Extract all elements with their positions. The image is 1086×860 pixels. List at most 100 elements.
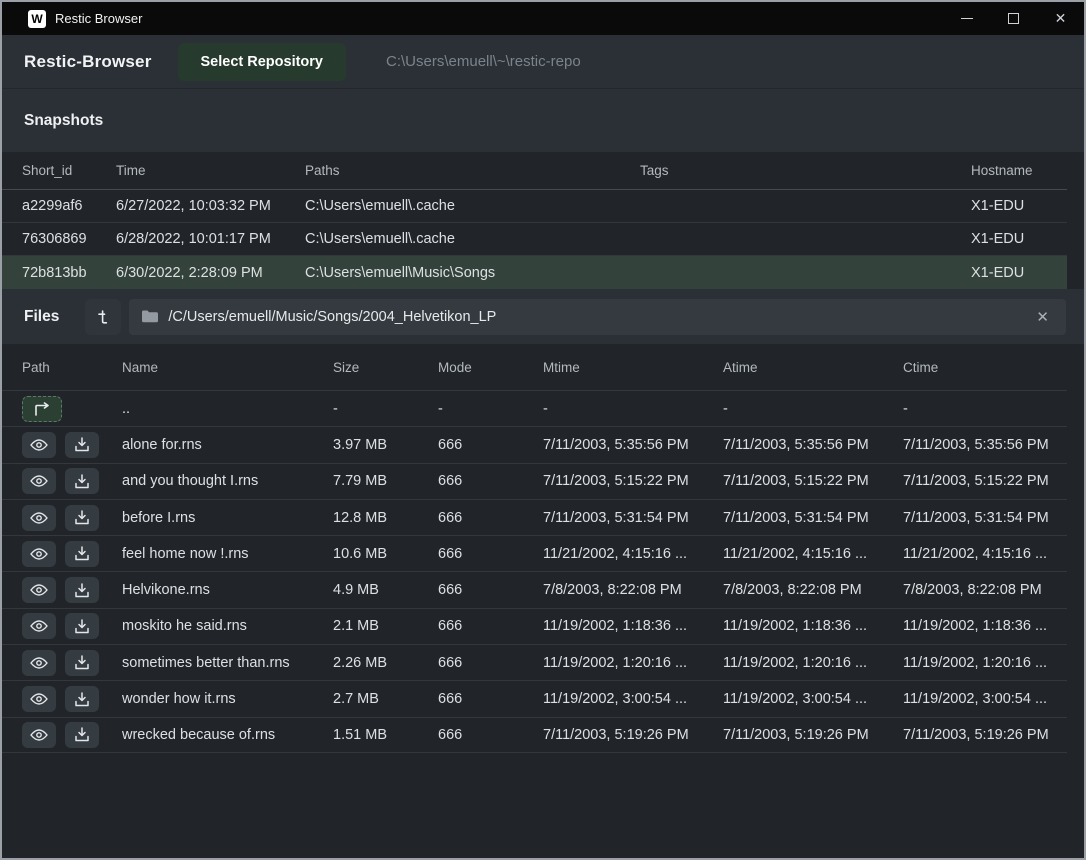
preview-file-button[interactable] [22,577,56,603]
preview-file-button[interactable] [22,468,56,494]
file-name: moskito he said.rns [122,618,333,634]
download-file-button[interactable] [65,541,99,567]
preview-file-button[interactable] [22,722,56,748]
file-mtime: 11/21/2002, 4:15:16 ... [543,546,723,562]
column-header-mode: Mode [438,360,543,375]
file-ctime: 11/19/2002, 3:00:54 ... [903,691,1067,707]
clear-path-button[interactable]: ✕ [1032,306,1053,328]
empty-area [2,753,1084,858]
column-header-mtime: Mtime [543,360,723,375]
snapshot-short-id: 72b813bb [22,265,116,281]
file-ctime: 7/11/2003, 5:19:26 PM [903,727,1067,743]
download-icon [74,546,90,561]
download-icon [74,474,90,489]
file-size: 1.51 MB [333,727,438,743]
file-ctime: 11/21/2002, 4:15:16 ... [903,546,1067,562]
file-row[interactable]: moskito he said.rns 2.1 MB 666 11/19/200… [2,608,1067,644]
preview-file-button[interactable] [22,432,56,458]
download-icon [74,437,90,452]
download-file-button[interactable] [65,577,99,603]
snapshot-row[interactable]: 76306869 6/28/2022, 10:01:17 PM C:\Users… [2,223,1067,256]
preview-file-button[interactable] [22,686,56,712]
file-atime: - [723,401,903,417]
file-ctime: 11/19/2002, 1:18:36 ... [903,618,1067,634]
file-name: sometimes better than.rns [122,655,333,671]
file-name: wonder how it.rns [122,691,333,707]
file-mode: 666 [438,618,543,634]
file-atime: 11/19/2002, 1:18:36 ... [723,618,903,634]
file-mode: 666 [438,727,543,743]
window-controls: ✕ [943,2,1084,35]
file-row[interactable]: feel home now !.rns 10.6 MB 666 11/21/20… [2,535,1067,571]
download-file-button[interactable] [65,650,99,676]
files-table-header: Path Name Size Mode Mtime Atime Ctime [2,344,1067,390]
window-title: Restic Browser [55,11,142,26]
snapshots-heading: Snapshots [24,112,103,130]
snapshot-hostname: X1-EDU [971,265,1067,281]
file-row[interactable]: and you thought I.rns 7.79 MB 666 7/11/2… [2,463,1067,499]
file-mode: 666 [438,582,543,598]
file-name: wrecked because of.rns [122,727,333,743]
snapshot-hostname: X1-EDU [971,198,1067,214]
download-file-button[interactable] [65,722,99,748]
maximize-button[interactable] [990,2,1037,35]
file-size: 12.8 MB [333,510,438,526]
file-name: Helvikone.rns [122,582,333,598]
file-mtime: 11/19/2002, 3:00:54 ... [543,691,723,707]
preview-file-button[interactable] [22,613,56,639]
file-mtime: 7/11/2003, 5:19:26 PM [543,727,723,743]
download-icon [74,619,90,634]
file-mtime: - [543,401,723,417]
column-header-short-id: Short_id [22,163,116,178]
snapshot-paths: C:\Users\emuell\.cache [305,231,640,247]
eye-icon [30,512,48,524]
file-row[interactable]: sometimes better than.rns 2.26 MB 666 11… [2,644,1067,680]
eye-icon [30,475,48,487]
eye-icon [30,729,48,741]
snapshot-time: 6/27/2022, 10:03:32 PM [116,198,305,214]
file-atime: 7/11/2003, 5:19:26 PM [723,727,903,743]
file-size: - [333,401,438,417]
file-row[interactable]: alone for.rns 3.97 MB 666 7/11/2003, 5:3… [2,426,1067,462]
eye-icon [30,657,48,669]
file-atime: 7/11/2003, 5:15:22 PM [723,473,903,489]
download-file-button[interactable] [65,432,99,458]
file-row[interactable]: wrecked because of.rns 1.51 MB 666 7/11/… [2,717,1067,753]
eye-icon [30,620,48,632]
file-name: feel home now !.rns [122,546,333,562]
column-header-paths: Paths [305,163,640,178]
select-repository-button[interactable]: Select Repository [178,43,347,81]
file-row[interactable]: Helvikone.rns 4.9 MB 666 7/8/2003, 8:22:… [2,571,1067,607]
column-header-size: Size [333,360,438,375]
tree-level-icon [94,308,112,326]
file-atime: 7/11/2003, 5:31:54 PM [723,510,903,526]
minimize-button[interactable] [943,2,990,35]
column-header-tags: Tags [640,163,971,178]
file-name: alone for.rns [122,437,333,453]
preview-file-button[interactable] [22,650,56,676]
download-file-button[interactable] [65,505,99,531]
file-size: 7.79 MB [333,473,438,489]
close-button[interactable]: ✕ [1037,2,1084,35]
download-file-button[interactable] [65,613,99,639]
download-icon [74,692,90,707]
preview-file-button[interactable] [22,505,56,531]
file-atime: 11/19/2002, 3:00:54 ... [723,691,903,707]
file-ctime: 7/11/2003, 5:31:54 PM [903,510,1067,526]
file-mode: 666 [438,546,543,562]
eye-icon [30,439,48,451]
snapshot-row[interactable]: a2299af6 6/27/2022, 10:03:32 PM C:\Users… [2,190,1067,223]
file-row[interactable]: wonder how it.rns 2.7 MB 666 11/19/2002,… [2,680,1067,716]
parent-directory-row[interactable]: .. - - - - - [2,390,1067,426]
snapshot-row-selected[interactable]: 72b813bb 6/30/2022, 2:28:09 PM C:\Users\… [2,256,1067,289]
file-row[interactable]: before I.rns 12.8 MB 666 7/11/2003, 5:31… [2,499,1067,535]
go-parent-directory-button[interactable] [22,396,62,422]
download-file-button[interactable] [65,686,99,712]
file-mtime: 7/11/2003, 5:35:56 PM [543,437,723,453]
current-path-bar[interactable]: /C/Users/emuell/Music/Songs/2004_Helveti… [129,299,1066,335]
file-ctime: 7/8/2003, 8:22:08 PM [903,582,1067,598]
preview-file-button[interactable] [22,541,56,567]
download-file-button[interactable] [65,468,99,494]
tree-level-toggle-button[interactable] [85,299,121,335]
file-mtime: 7/11/2003, 5:31:54 PM [543,510,723,526]
